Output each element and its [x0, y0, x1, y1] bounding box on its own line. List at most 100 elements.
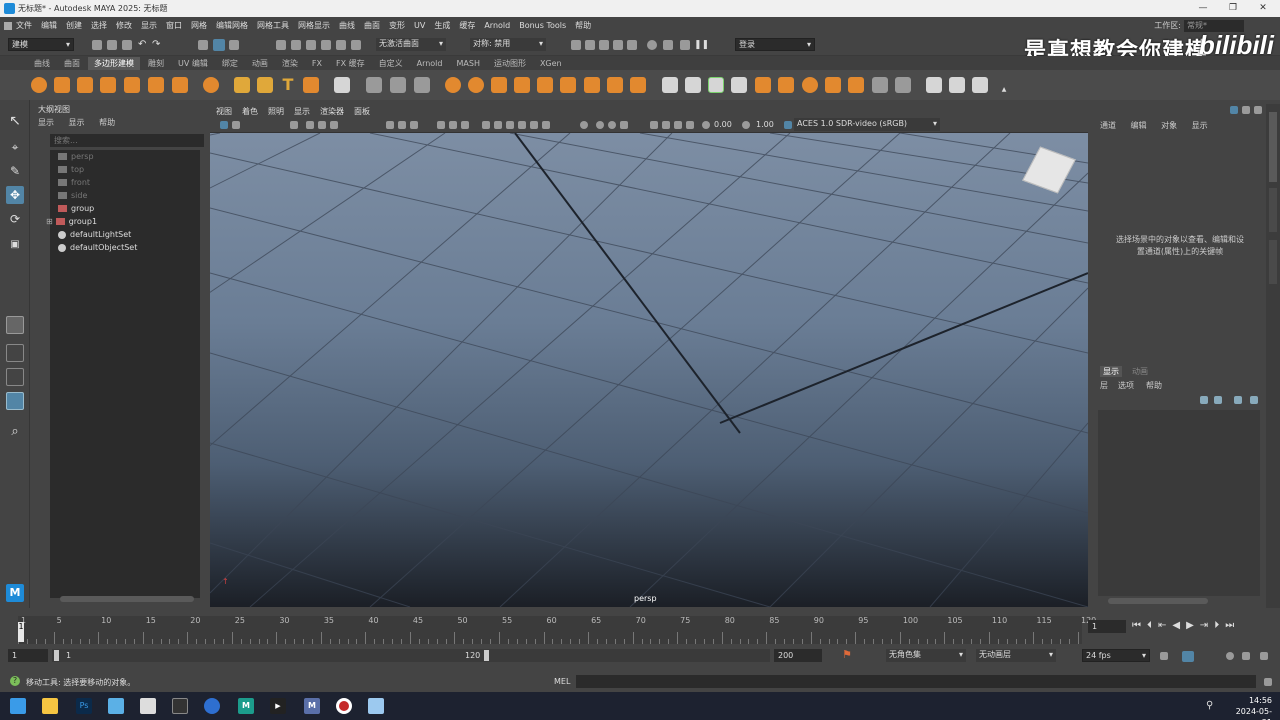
outliner-menu-show[interactable]: 显示 [69, 118, 85, 127]
browser-icon[interactable] [204, 698, 220, 714]
undo-icon[interactable]: ↶ [138, 40, 148, 50]
lasso-tool-icon[interactable]: ⌖ [6, 138, 24, 156]
render-frame-icon[interactable] [571, 40, 581, 50]
anim-preferences-icon[interactable] [1242, 652, 1250, 660]
channel-box-toggle-icon[interactable] [1230, 106, 1238, 114]
maya-alt-icon[interactable]: M [304, 698, 320, 714]
menu-modify[interactable]: 修改 [116, 20, 132, 31]
live-surface-field[interactable]: 无激活曲面 [376, 38, 446, 51]
start-icon[interactable] [10, 698, 26, 714]
snap-projected-center-icon[interactable] [321, 40, 331, 50]
time-slider[interactable]: 1 5 10 15 20 25 30 35 40 45 50 55 60 65 70 75 80 85 90 95 10… [0, 608, 1280, 646]
range-end-handle[interactable] [484, 650, 489, 661]
menu-display[interactable]: 显示 [141, 20, 157, 31]
exposure-value[interactable]: 0.00 [714, 120, 732, 129]
layer-tab-display[interactable]: 显示 [1100, 366, 1122, 377]
wireframe-on-shaded-icon[interactable] [506, 121, 514, 129]
single-view-layout-icon[interactable] [6, 316, 24, 334]
outliner-item-default-light-set[interactable]: defaultLightSet [58, 228, 131, 241]
poly-cone-icon[interactable] [100, 77, 116, 93]
play-backward-icon[interactable]: ◀ [1172, 620, 1180, 631]
search-icon[interactable]: ⌕ [6, 423, 24, 441]
safe-title-icon[interactable] [449, 121, 457, 129]
menu-edit-mesh[interactable]: 编辑网格 [216, 20, 248, 31]
bevel-icon[interactable] [778, 77, 794, 93]
viewport-menu-show[interactable]: 显示 [294, 106, 310, 117]
rotate-tool-icon[interactable]: ⟳ [6, 210, 24, 228]
shelf-tab-rendering[interactable]: 渲染 [276, 57, 304, 70]
close-button[interactable]: ✕ [1248, 0, 1278, 17]
notes-app-icon[interactable] [108, 698, 124, 714]
menu-uv[interactable]: UV [414, 21, 425, 30]
poly-plane-icon[interactable] [148, 77, 164, 93]
ipr-render-icon[interactable] [599, 40, 609, 50]
shelf-tab-fx[interactable]: FX [306, 57, 328, 70]
smooth-icon[interactable] [414, 77, 430, 93]
type-tool-icon[interactable]: T [280, 77, 296, 93]
poly-cylinder-icon[interactable] [77, 77, 93, 93]
shelf-tab-motion-graphics[interactable]: 运动图形 [488, 57, 532, 70]
extrude-icon[interactable] [755, 77, 771, 93]
use-all-lights-icon[interactable] [530, 121, 538, 129]
side-tab-channel-box[interactable] [1269, 112, 1277, 182]
go-to-start-icon[interactable]: ⏮ [1132, 620, 1141, 631]
photoshop-icon[interactable]: Ps [76, 698, 92, 714]
shelf-tab-fx-caching[interactable]: FX 缓存 [330, 57, 371, 70]
snap-curve-icon[interactable] [291, 40, 301, 50]
layer-menu-options[interactable]: 选项 [1118, 380, 1134, 391]
move-layer-up-icon[interactable] [1200, 396, 1208, 404]
grease-pencil-icon[interactable] [330, 121, 338, 129]
snap-point-icon[interactable] [306, 40, 316, 50]
obs-record-icon[interactable] [336, 698, 352, 714]
outliner-layout-icon[interactable] [6, 392, 24, 410]
animation-layer-dropdown[interactable]: 无动画层 [976, 649, 1056, 662]
media-player-icon[interactable]: ▶ [270, 698, 286, 714]
two-view-layout-icon[interactable] [6, 368, 24, 386]
camera-select-icon[interactable] [220, 121, 228, 129]
menu-edit[interactable]: 编辑 [41, 20, 57, 31]
command-input[interactable] [576, 675, 1256, 688]
menu-mesh-display[interactable]: 网格显示 [298, 20, 330, 31]
hypershade-icon[interactable] [627, 40, 637, 50]
menu-surfaces[interactable]: 曲面 [364, 20, 380, 31]
safe-action-icon[interactable] [437, 121, 445, 129]
bridge-icon[interactable] [607, 77, 623, 93]
xray-joints-icon[interactable] [674, 121, 682, 129]
bridge-edge-icon[interactable] [802, 77, 818, 93]
color-management-icon[interactable] [784, 121, 792, 129]
outliner-menu-help[interactable]: 帮助 [99, 118, 115, 127]
anti-aliasing-icon[interactable] [608, 121, 616, 129]
animation-end-field[interactable]: 200 [774, 649, 822, 662]
image-plane-icon[interactable] [306, 121, 314, 129]
xray-components-icon[interactable] [686, 121, 694, 129]
outliner-item-top[interactable]: top [58, 163, 84, 176]
shelf-tab-arnold[interactable]: Arnold [411, 57, 449, 70]
fill-hole-icon[interactable] [630, 77, 646, 93]
menu-select[interactable]: 选择 [91, 20, 107, 31]
shelf-tab-rigging[interactable]: 绑定 [216, 57, 244, 70]
taskbar-clock[interactable]: 14:56 2024-05-21 [1232, 695, 1272, 720]
shelf-tab-poly-modeling[interactable]: 多边形建模 [88, 57, 140, 70]
svg-tool-icon[interactable] [303, 77, 319, 93]
channel-menu-object[interactable]: 对象 [1161, 121, 1177, 130]
move-layer-down-icon[interactable] [1214, 396, 1222, 404]
sweep-mesh-icon[interactable] [257, 77, 273, 93]
shelf-tab-mash[interactable]: MASH [450, 57, 485, 70]
shelf-menu-icon[interactable]: ▲ [994, 77, 1014, 93]
four-view-layout-icon[interactable] [6, 344, 24, 362]
new-scene-icon[interactable] [92, 40, 102, 50]
time-ruler[interactable]: 1 5 10 15 20 25 30 35 40 45 50 55 60 65 70 75 80 85 90 95 10… [18, 616, 1096, 644]
film-gate-icon[interactable] [398, 121, 406, 129]
camera-attributes-icon[interactable] [232, 121, 240, 129]
poly-cube-icon[interactable] [54, 77, 70, 93]
pause-icon[interactable]: ❚❚ [694, 40, 709, 50]
viewport-menu-panels[interactable]: 面板 [354, 106, 370, 117]
menu-bonus-tools[interactable]: Bonus Tools [519, 21, 566, 30]
shelf-tab-surfaces[interactable]: 曲面 [58, 57, 86, 70]
boolean-difference-icon[interactable] [468, 77, 484, 93]
expand-icon[interactable]: ⊞ [46, 217, 53, 226]
grid-toggle-icon[interactable] [386, 121, 394, 129]
extract-icon[interactable] [491, 77, 507, 93]
menu-mesh-tools[interactable]: 网格工具 [257, 20, 289, 31]
poly-sphere-icon[interactable] [31, 77, 47, 93]
